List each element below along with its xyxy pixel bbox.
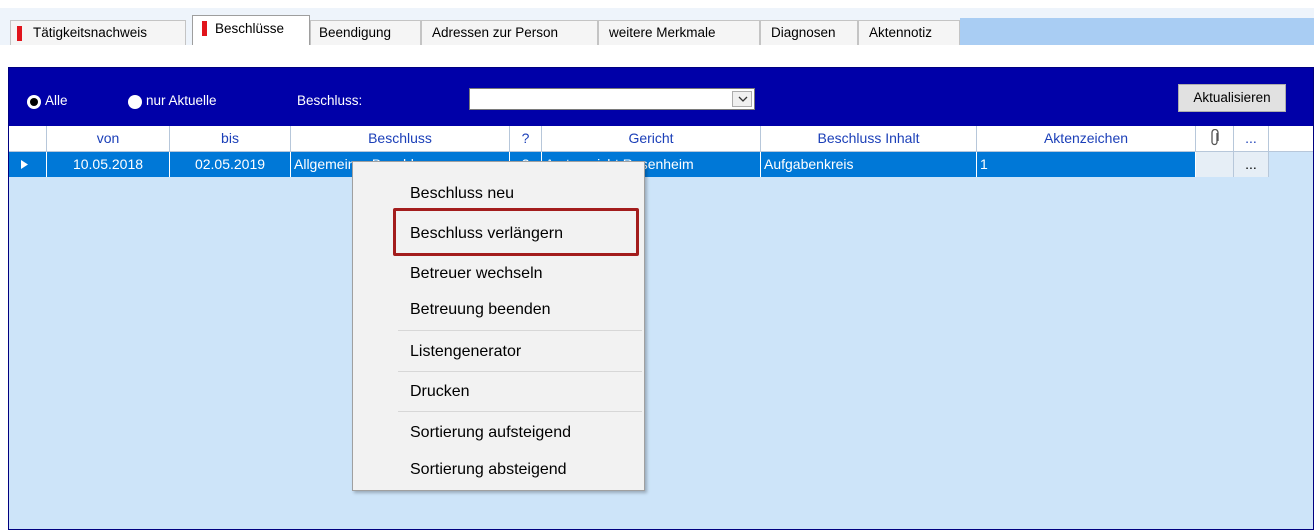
column-header-bis[interactable]: bis: [170, 126, 291, 152]
tab-beschluesse[interactable]: Beschlüsse: [192, 15, 310, 45]
paperclip-icon: [1210, 128, 1219, 146]
column-header-question[interactable]: ?: [510, 126, 542, 152]
tab-label: Aktennotiz: [869, 25, 933, 40]
column-header-beschluss[interactable]: Beschluss: [291, 126, 510, 152]
tab-marker-icon: [17, 26, 22, 41]
dropdown-button[interactable]: [732, 91, 752, 107]
tab-label: Beschlüsse: [215, 21, 285, 36]
radio-nur-aktuelle-label: nur Aktuelle: [146, 93, 217, 108]
menu-separator: [398, 411, 642, 412]
beschluss-filter-label: Beschluss:: [297, 93, 363, 108]
radio-nur-aktuelle[interactable]: nur Aktuelle: [128, 91, 258, 111]
menu-item-label: Sortierung absteigend: [410, 461, 567, 478]
radio-alle-label: Alle: [45, 93, 68, 108]
aktualisieren-label: Aktualisieren: [1193, 90, 1271, 105]
cell-von[interactable]: 10.05.2018: [47, 152, 170, 177]
chevron-down-icon: [738, 96, 748, 102]
tab-label: Adressen zur Person: [432, 25, 559, 40]
column-header-beschluss-inhalt[interactable]: Beschluss Inhalt: [761, 126, 977, 152]
menu-item-listengenerator[interactable]: Listengenerator: [353, 334, 644, 372]
radio-alle[interactable]: Alle: [27, 91, 97, 111]
column-header-more[interactable]: ...: [1234, 126, 1269, 152]
column-header-von[interactable]: von: [47, 126, 170, 152]
header-filler-cell: [1269, 126, 1313, 152]
beschluesse-panel: Alle nur Aktuelle Beschluss: Aktualisier…: [8, 67, 1314, 530]
menu-item-drucken[interactable]: Drucken: [353, 374, 644, 412]
cell-beschluss-inhalt[interactable]: Aufgabenkreis: [761, 152, 977, 177]
tab-taetigkeitsnachweis[interactable]: Tätigkeitsnachweis: [10, 20, 186, 45]
highlight-annotation-box: [393, 208, 639, 256]
menu-separator: [398, 330, 642, 331]
column-header-gericht[interactable]: Gericht: [542, 126, 761, 152]
tab-adressen-zur-person[interactable]: Adressen zur Person: [421, 20, 598, 45]
filter-toolbar: Alle nur Aktuelle Beschluss: Aktualisier…: [9, 68, 1313, 126]
tab-label: Tätigkeitsnachweis: [33, 25, 148, 40]
cell-aktenzeichen[interactable]: 1: [977, 152, 1196, 177]
header-indicator-cell: [9, 126, 47, 152]
radio-checked-icon: [27, 95, 41, 109]
row-pointer-icon: [21, 160, 28, 169]
beschluss-dropdown[interactable]: [469, 88, 755, 110]
menu-item-label: Listengenerator: [410, 343, 522, 360]
menu-item-label: Betreuung beenden: [410, 301, 551, 318]
menu-item-label: Betreuer wechseln: [410, 265, 543, 282]
tab-label: Diagnosen: [771, 25, 836, 40]
tab-weitere-merkmale[interactable]: weitere Merkmale: [598, 20, 760, 45]
radio-unchecked-icon: [128, 95, 142, 109]
aktualisieren-button[interactable]: Aktualisieren: [1178, 84, 1286, 112]
table-row[interactable]: 10.05.2018 02.05.2019 Allgemeiner Beschl…: [9, 152, 1313, 177]
cell-attachment[interactable]: [1196, 152, 1234, 177]
tab-label: Beendigung: [319, 25, 392, 40]
tab-aktennotiz[interactable]: Aktennotiz: [858, 20, 960, 45]
menu-separator: [398, 371, 642, 372]
cell-more-button[interactable]: ...: [1234, 152, 1269, 177]
menu-item-label: Drucken: [410, 383, 470, 400]
tab-strip-filler: [960, 18, 1314, 45]
menu-item-betreuer-wechseln[interactable]: Betreuer wechseln: [353, 256, 644, 294]
menu-item-sortierung-absteigend[interactable]: Sortierung absteigend: [353, 452, 644, 490]
column-header-aktenzeichen[interactable]: Aktenzeichen: [977, 126, 1196, 152]
menu-item-betreuung-beenden[interactable]: Betreuung beenden: [353, 292, 644, 330]
tab-label: weitere Merkmale: [609, 25, 716, 40]
tab-beendigung[interactable]: Beendigung: [310, 20, 421, 45]
cell-bis[interactable]: 02.05.2019: [170, 152, 291, 177]
menu-item-sortierung-aufsteigend[interactable]: Sortierung aufsteigend: [353, 415, 644, 453]
tab-diagnosen[interactable]: Diagnosen: [760, 20, 858, 45]
menu-item-label: Beschluss neu: [410, 185, 515, 202]
tab-marker-icon: [202, 21, 207, 36]
row-indicator: [9, 152, 47, 177]
menu-item-label: Sortierung aufsteigend: [410, 424, 571, 441]
grid-header: von bis Beschluss ? Gericht Beschluss In…: [9, 126, 1313, 152]
column-header-attachment[interactable]: [1196, 126, 1234, 152]
